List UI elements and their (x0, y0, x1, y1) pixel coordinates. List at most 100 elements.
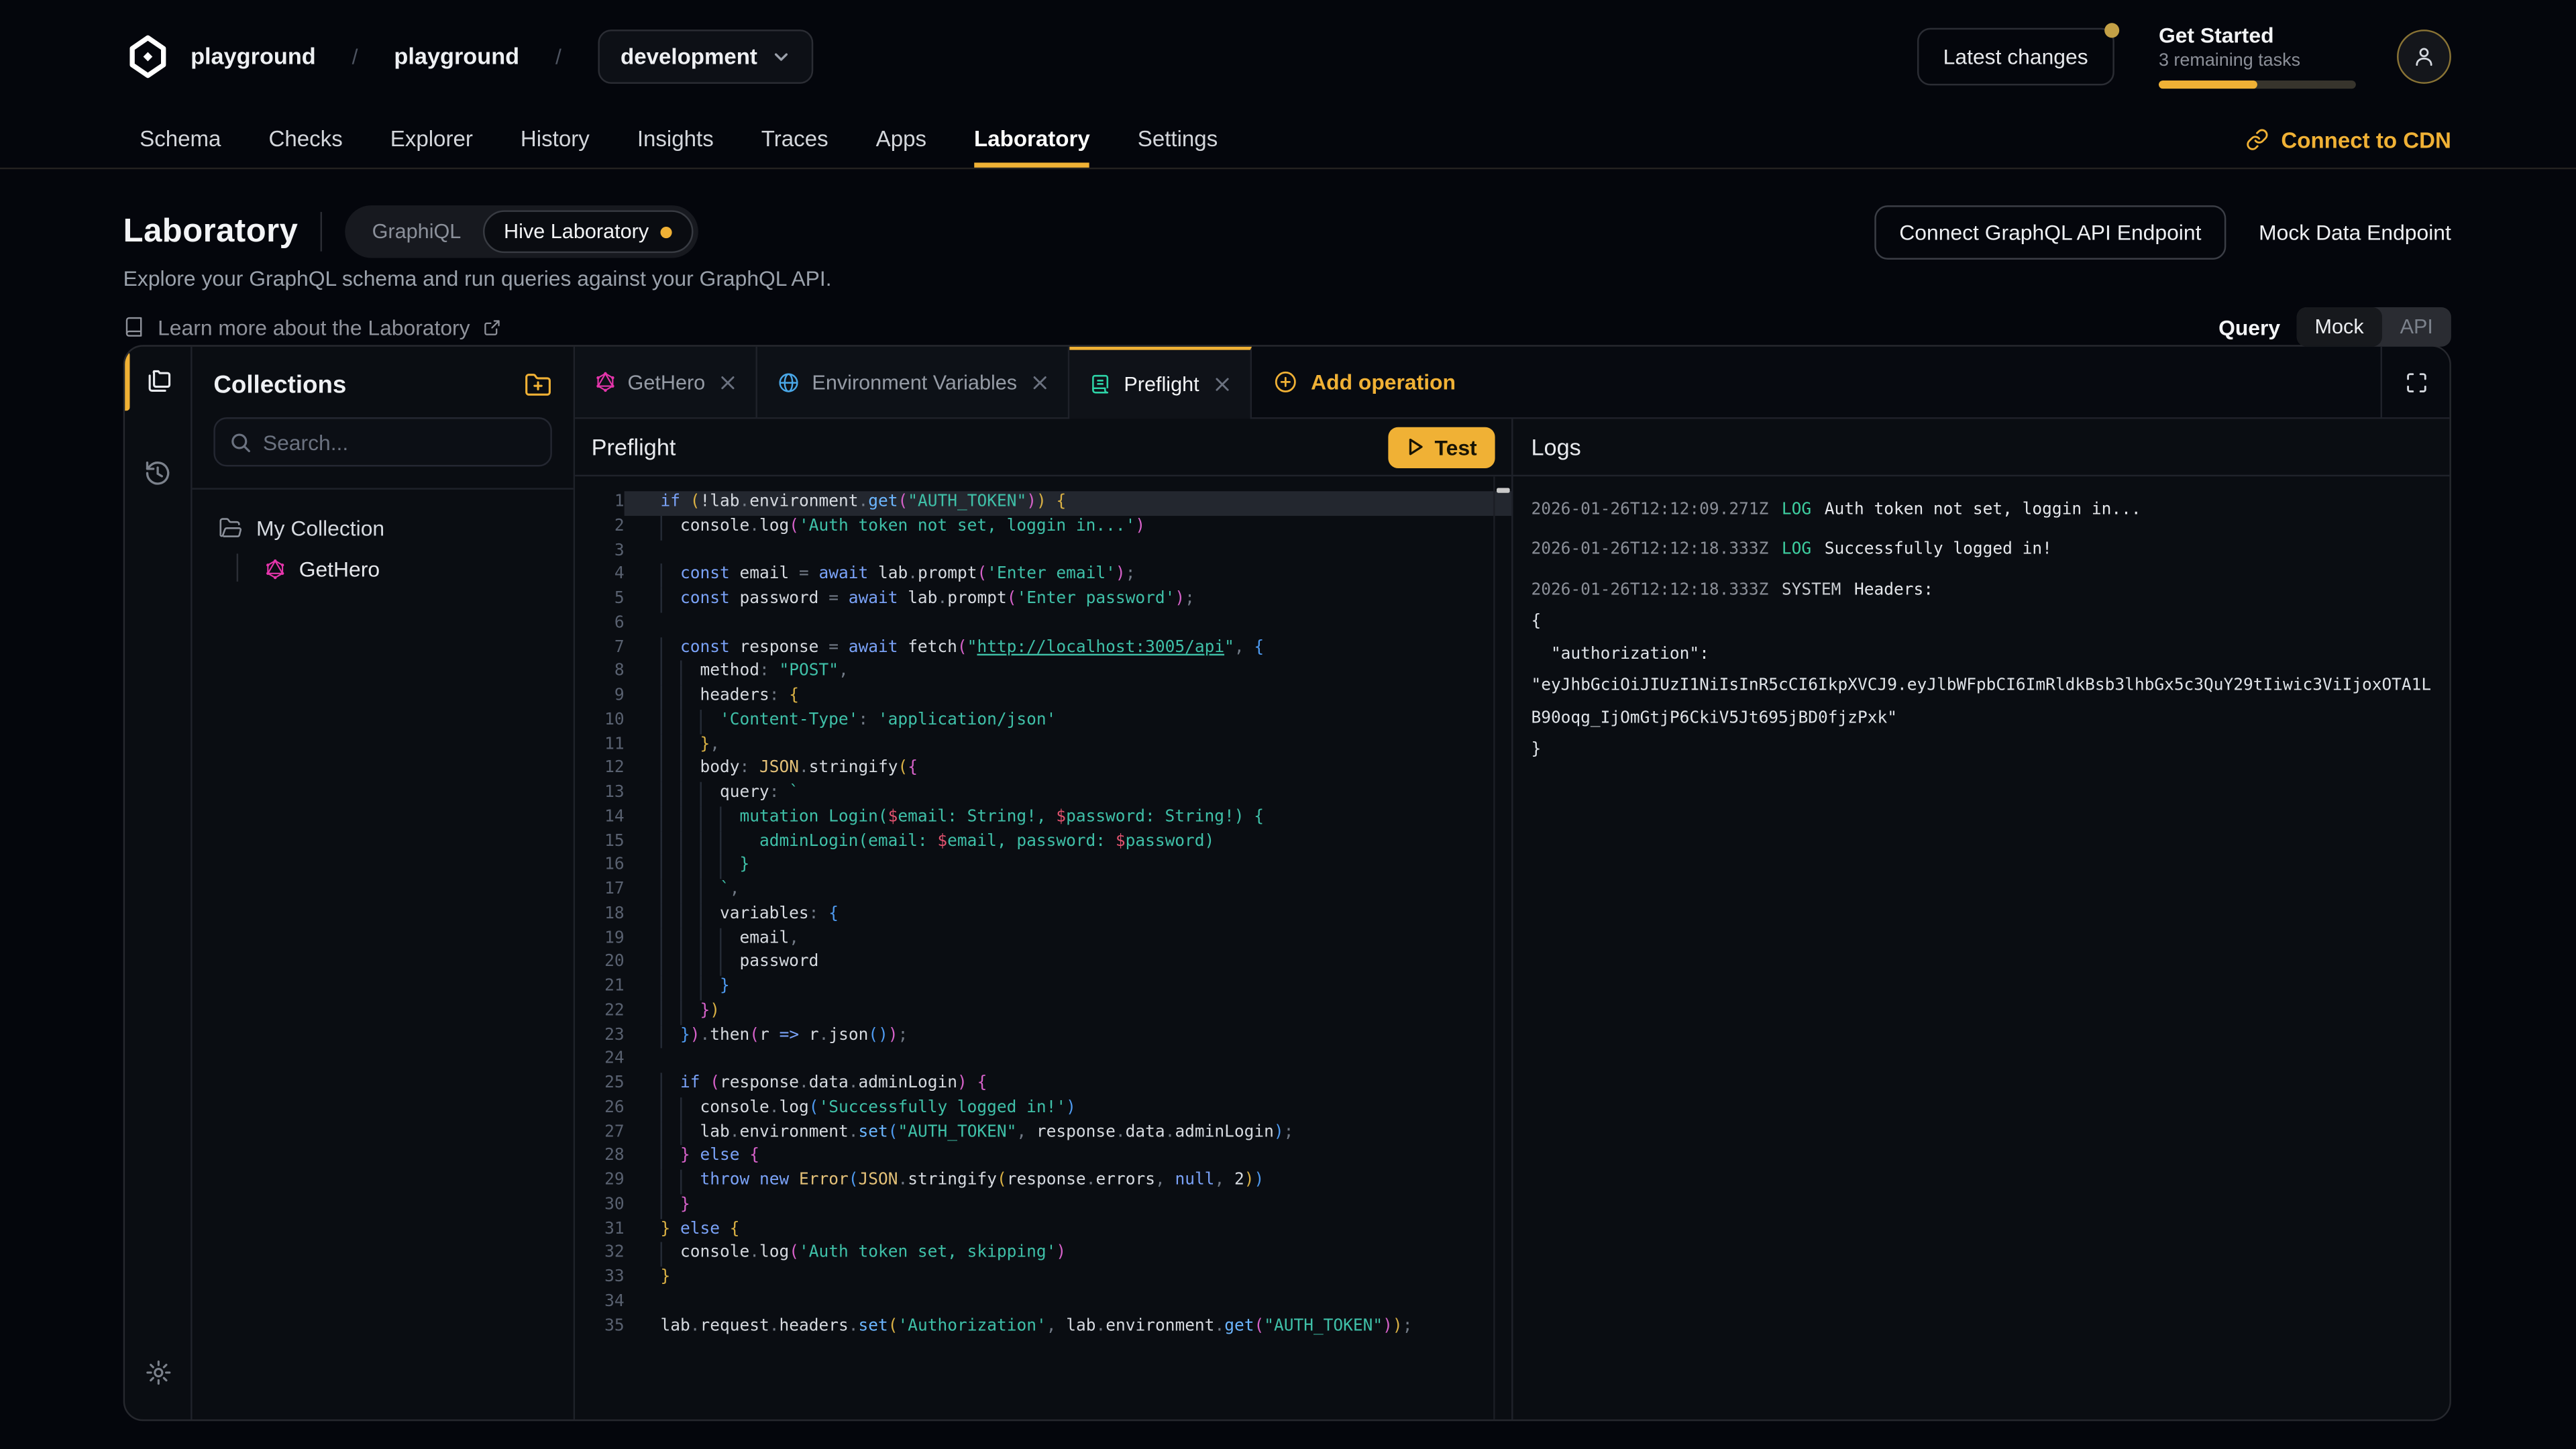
code-line-content[interactable]: } (625, 855, 1511, 879)
code-line: 4 const email = await lab.prompt('Enter … (575, 564, 1511, 588)
editor-scrollbar (1493, 476, 1511, 1419)
get-started-widget[interactable]: Get Started 3 remaining tasks (2159, 23, 2356, 89)
code-line-content[interactable]: 'Content-Type': 'application/json' (625, 709, 1511, 733)
add-collection-button[interactable] (524, 371, 552, 399)
code-line-content[interactable]: const password = await lab.prompt('Enter… (625, 588, 1511, 612)
tab-environment-variables[interactable]: Environment Variables (758, 347, 1070, 419)
rail-settings-button[interactable] (125, 1337, 191, 1406)
laboratory-workspace: Collections (123, 345, 2451, 1421)
code-line-content[interactable] (625, 539, 1511, 564)
hive-logo-icon[interactable] (123, 34, 172, 78)
search-input[interactable] (263, 429, 536, 454)
latest-changes-button[interactable]: Latest changes (1917, 27, 2114, 85)
code-line-content[interactable]: lab.environment.set("AUTH_TOKEN", respon… (625, 1121, 1511, 1145)
code-line: 31} else { (575, 1218, 1511, 1242)
close-icon[interactable] (1214, 376, 1230, 392)
close-icon[interactable] (720, 374, 736, 390)
nav-item-schema[interactable]: Schema (140, 112, 221, 168)
scrollbar-thumb[interactable] (1497, 488, 1510, 492)
code-line-content[interactable]: } (625, 976, 1511, 1000)
code-line-content[interactable] (625, 612, 1511, 637)
nav-item-insights[interactable]: Insights (637, 112, 714, 168)
code-line-content[interactable]: variables: { (625, 903, 1511, 927)
code-line-content[interactable]: }) (625, 1000, 1511, 1024)
mode-option-mock[interactable]: Mock (2297, 307, 2382, 347)
nav-item-checks[interactable]: Checks (268, 112, 342, 168)
connect-endpoint-button[interactable]: Connect GraphQL API Endpoint (1875, 205, 2226, 259)
code-line-content[interactable]: throw new Error(JSON.stringify(response.… (625, 1170, 1511, 1194)
code-line-content[interactable]: `, (625, 879, 1511, 903)
collections-icon (143, 366, 172, 396)
fullscreen-button[interactable] (2381, 347, 2450, 419)
code-line-content[interactable]: lab.request.headers.set('Authorization',… (625, 1315, 1511, 1339)
nav-item-settings[interactable]: Settings (1138, 112, 1218, 168)
code-line-content[interactable]: if (response.data.adminLogin) { (625, 1073, 1511, 1097)
code-line-content[interactable]: } else { (625, 1146, 1511, 1170)
code-line-content[interactable]: } (625, 1194, 1511, 1218)
log-timestamp: 2026-01-26T12:12:18.333Z (1531, 579, 1768, 602)
test-button[interactable]: Test (1389, 427, 1495, 468)
rail-collections-button[interactable] (125, 347, 191, 416)
code-line: 18 variables: { (575, 903, 1511, 927)
log-level: LOG (1782, 498, 1811, 521)
laboratory-hero: Laboratory GraphiQL Hive Laboratory Conn… (0, 169, 2576, 345)
log-timestamp: 2026-01-26T12:12:09.271Z (1531, 498, 1768, 521)
code-line: 35lab.request.headers.set('Authorization… (575, 1315, 1511, 1339)
operation-row-gethero[interactable]: GetHero (209, 550, 557, 588)
code-line-content[interactable]: mutation Login($email: String!, $passwor… (625, 806, 1511, 830)
code-line-content[interactable] (625, 1291, 1511, 1315)
add-operation-button[interactable]: Add operation (1252, 370, 1462, 394)
mock-data-endpoint-button[interactable]: Mock Data Endpoint (2259, 219, 2451, 244)
code-line-content[interactable]: adminLogin(email: $email, password: $pas… (625, 830, 1511, 855)
logs-body: 2026-01-26T12:12:09.271ZLOGAuth token no… (1513, 476, 2450, 1419)
code-line-content[interactable]: } (625, 1267, 1511, 1291)
code-line-content[interactable]: }).then(r => r.json()); (625, 1024, 1511, 1049)
nav-item-apps[interactable]: Apps (876, 112, 926, 168)
nav-item-explorer[interactable]: Explorer (390, 112, 473, 168)
tab-gethero[interactable]: GetHero (575, 347, 757, 419)
code-line-content[interactable]: const response = await fetch("http://loc… (625, 637, 1511, 661)
code-line-content[interactable]: console.log('Auth token not set, loggin … (625, 515, 1511, 539)
code-line-content[interactable]: method: "POST", (625, 661, 1511, 685)
collection-folder-row[interactable]: My Collection (209, 509, 557, 547)
code-line-content[interactable]: console.log('Auth token set, skipping') (625, 1242, 1511, 1267)
connect-cdn-link[interactable]: Connect to CDN (2245, 112, 2451, 168)
toggle-hive-laboratory[interactable]: Hive Laboratory (482, 210, 693, 253)
line-number: 16 (575, 855, 624, 879)
code-line-content[interactable]: if (!lab.environment.get("AUTH_TOKEN")) … (625, 491, 1511, 515)
breadcrumb-org[interactable]: playground (191, 43, 316, 69)
breadcrumb-project[interactable]: playground (394, 43, 519, 69)
gear-icon (144, 1358, 172, 1386)
nav-item-laboratory[interactable]: Laboratory (974, 112, 1090, 168)
history-icon (143, 458, 172, 488)
nav-item-traces[interactable]: Traces (761, 112, 828, 168)
code-line-content[interactable]: email, (625, 927, 1511, 951)
code-line-content[interactable]: } else { (625, 1218, 1511, 1242)
close-icon[interactable] (1032, 374, 1048, 390)
code-line: 32 console.log('Auth token set, skipping… (575, 1242, 1511, 1267)
get-started-progressbar (2159, 80, 2356, 89)
mode-option-api[interactable]: API (2382, 307, 2451, 347)
code-line-content[interactable] (625, 1049, 1511, 1073)
divider (321, 212, 323, 252)
code-line-content[interactable]: password (625, 952, 1511, 976)
code-line-content[interactable]: const email = await lab.prompt('Enter em… (625, 564, 1511, 588)
code-line-content[interactable]: console.log('Successfully logged in!') (625, 1097, 1511, 1121)
tab-preflight[interactable]: Preflight (1070, 347, 1252, 419)
code-line-content[interactable]: headers: { (625, 685, 1511, 709)
nav-item-history[interactable]: History (521, 112, 590, 168)
target-select[interactable]: development (598, 29, 814, 83)
learn-more-link[interactable]: Learn more about the Laboratory (123, 315, 501, 339)
rail-history-button[interactable] (125, 439, 191, 508)
avatar[interactable] (2397, 29, 2451, 83)
breadcrumb: playground / playground / development (123, 29, 814, 83)
active-rail-indicator (125, 352, 129, 411)
code-line-content[interactable]: body: JSON.stringify({ (625, 758, 1511, 782)
line-number: 20 (575, 952, 624, 976)
code-editor[interactable]: 1if (!lab.environment.get("AUTH_TOKEN"))… (575, 476, 1511, 1419)
line-number: 15 (575, 830, 624, 855)
code-line-content[interactable]: query: ` (625, 782, 1511, 806)
code-line-content[interactable]: }, (625, 733, 1511, 757)
toggle-graphiql[interactable]: GraphiQL (351, 210, 482, 253)
line-number: 10 (575, 709, 624, 733)
